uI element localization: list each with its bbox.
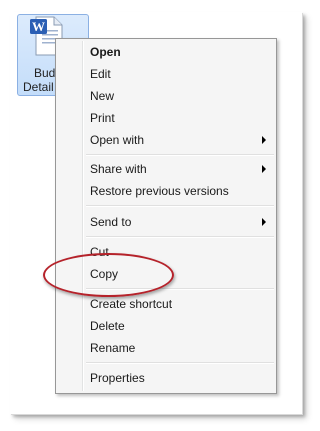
- svg-text:W: W: [32, 19, 45, 34]
- menu-item-label: Open: [90, 45, 121, 59]
- menu-item-open-with[interactable]: Open with: [58, 130, 274, 150]
- context-menu: Open Edit New Print Open with Share with…: [55, 38, 277, 394]
- menu-separator: [86, 154, 274, 156]
- menu-item-label: Restore previous versions: [90, 184, 229, 198]
- menu-item-rename[interactable]: Rename: [58, 338, 274, 358]
- menu-item-label: Share with: [90, 162, 147, 176]
- menu-item-properties[interactable]: Properties: [58, 368, 274, 388]
- menu-item-label: Create shortcut: [90, 297, 173, 311]
- menu-separator: [86, 362, 274, 364]
- menu-separator: [86, 205, 274, 207]
- menu-item-print[interactable]: Print: [58, 108, 274, 128]
- menu-item-label: Print: [90, 111, 115, 125]
- menu-item-label: Send to: [90, 215, 132, 229]
- menu-separator: [86, 288, 274, 290]
- menu-item-label: New: [90, 89, 115, 103]
- menu-item-delete[interactable]: Delete: [58, 316, 274, 336]
- submenu-arrow-icon: [262, 136, 266, 144]
- menu-item-create-shortcut[interactable]: Create shortcut: [58, 294, 274, 314]
- menu-item-restore-previous-versions[interactable]: Restore previous versions: [58, 181, 274, 201]
- menu-item-label: Edit: [90, 67, 111, 81]
- menu-item-cut[interactable]: Cut: [58, 242, 274, 262]
- menu-item-label: Rename: [90, 341, 136, 355]
- menu-item-new[interactable]: New: [58, 86, 274, 106]
- menu-separator: [86, 236, 274, 238]
- menu-item-label: Delete: [90, 319, 125, 333]
- submenu-arrow-icon: [262, 218, 266, 226]
- menu-item-send-to[interactable]: Send to: [58, 212, 274, 232]
- menu-item-edit[interactable]: Edit: [58, 64, 274, 84]
- menu-item-copy[interactable]: Copy: [58, 264, 274, 284]
- menu-item-label: Copy: [90, 267, 119, 281]
- menu-item-label: Cut: [90, 245, 109, 259]
- submenu-arrow-icon: [262, 165, 266, 173]
- menu-item-label: Properties: [90, 371, 145, 385]
- menu-item-label: Open with: [90, 133, 145, 147]
- menu-item-open[interactable]: Open: [58, 42, 274, 62]
- menu-item-share-with[interactable]: Share with: [58, 159, 274, 179]
